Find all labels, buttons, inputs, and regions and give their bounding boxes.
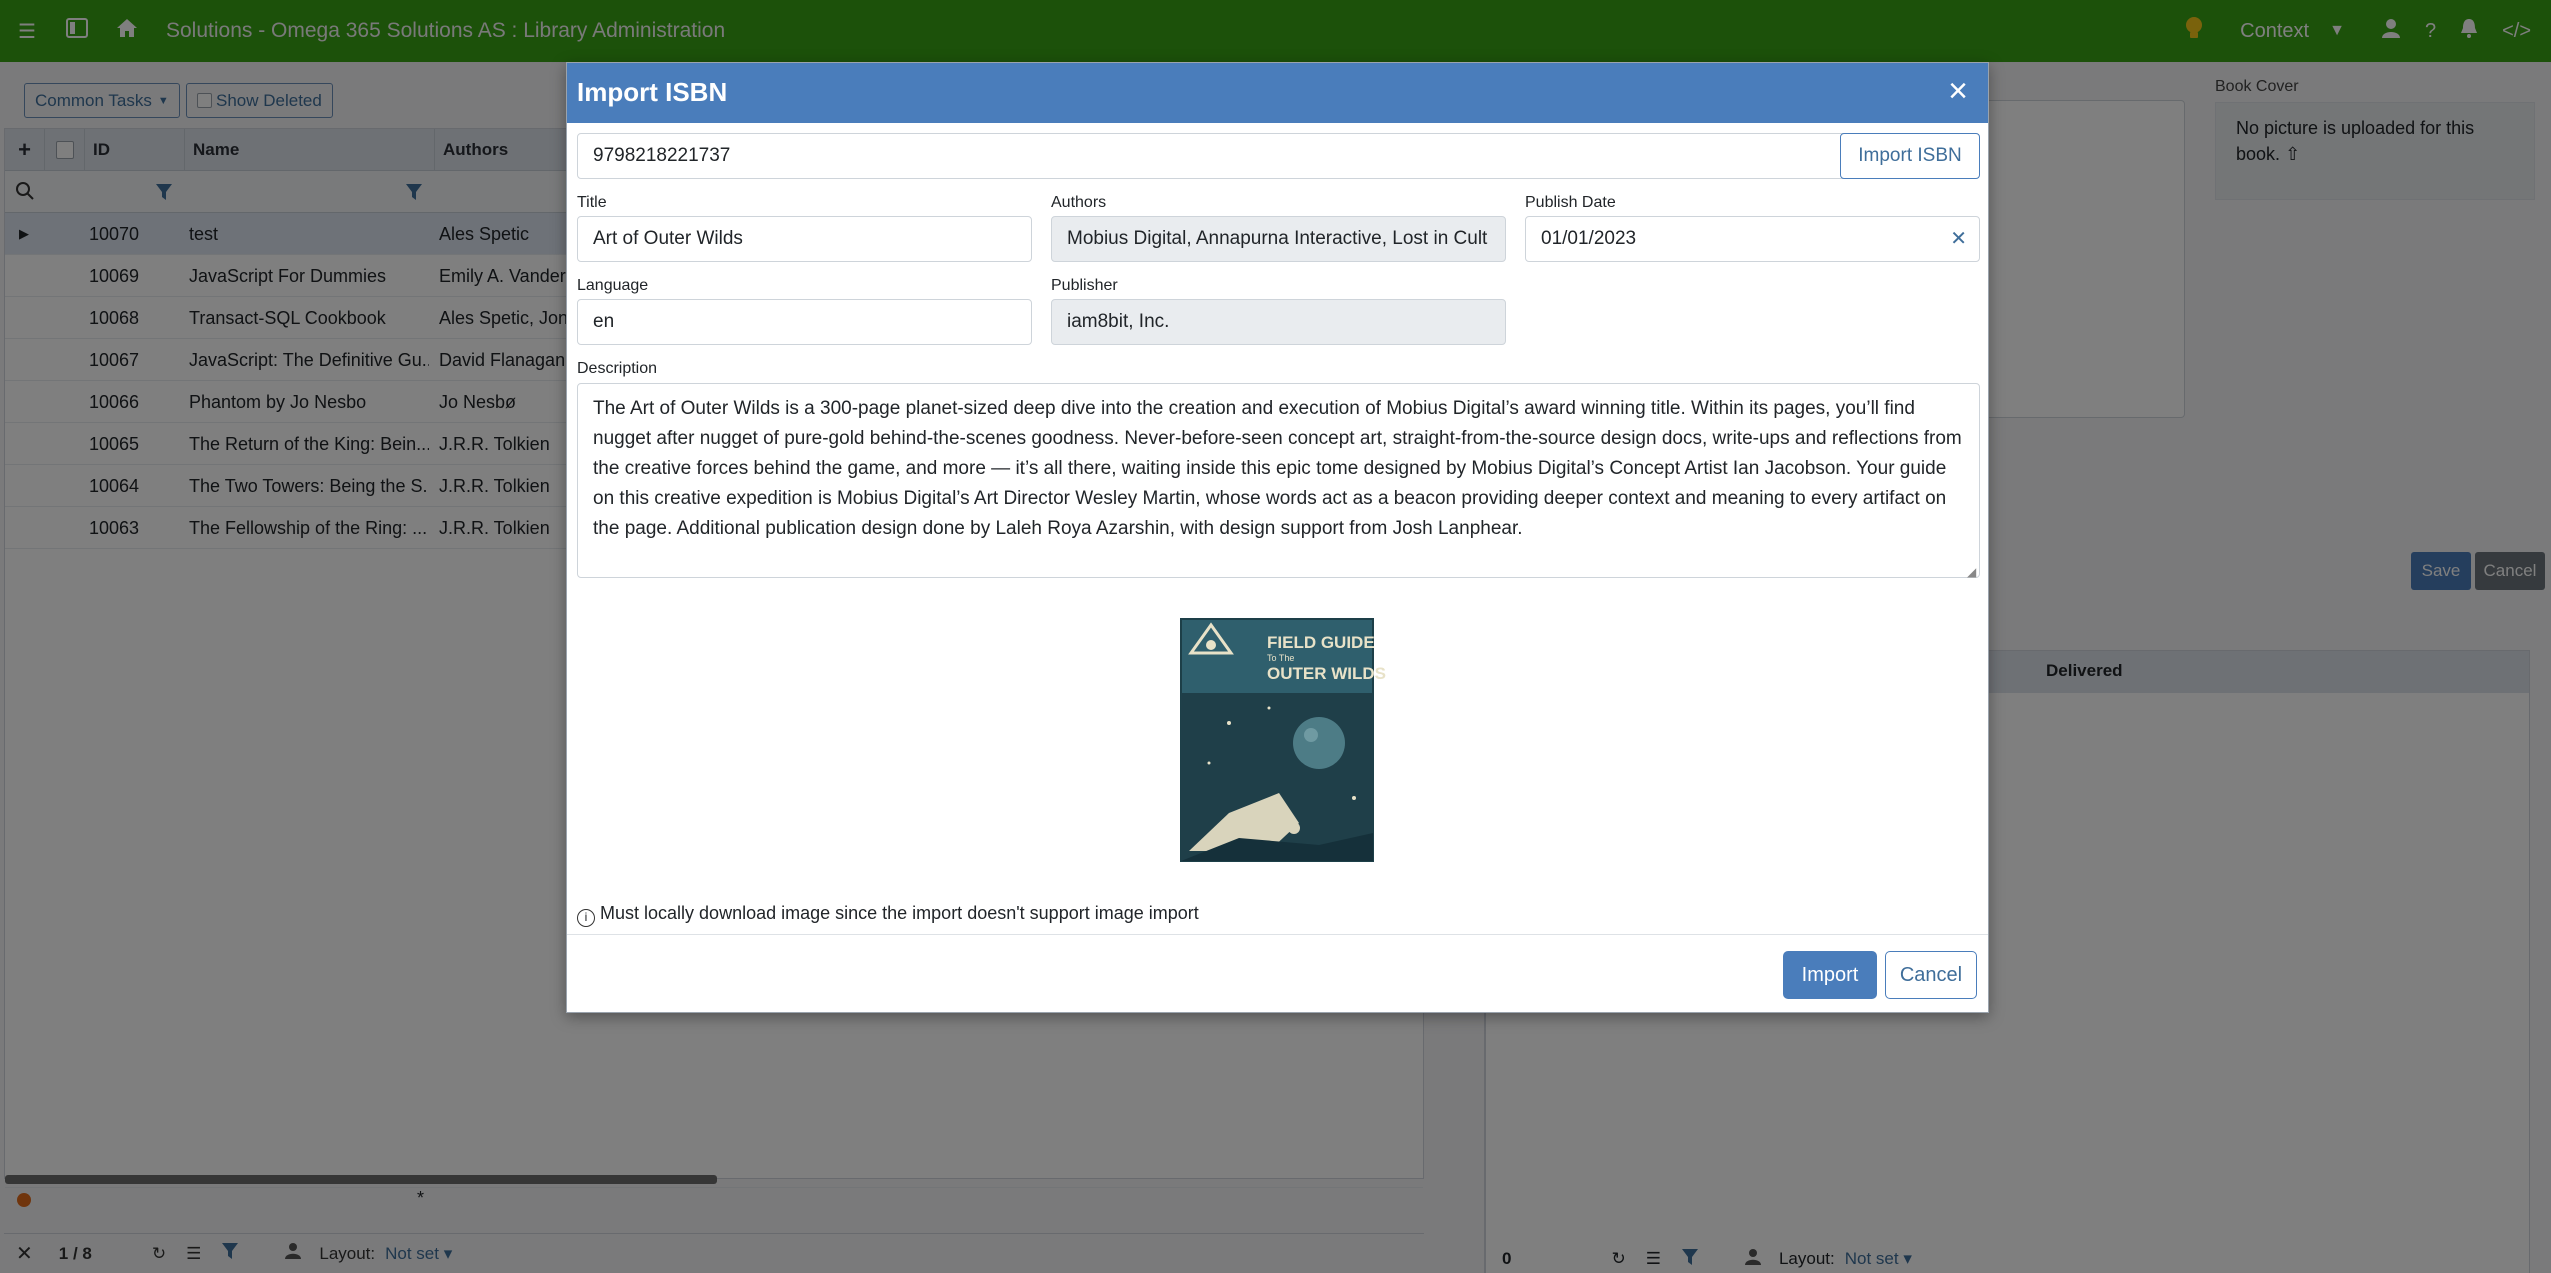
publish-date-label: Publish Date (1525, 194, 1616, 211)
publish-date-field[interactable]: 01/01/2023 ✕ (1525, 216, 1980, 262)
import-isbn-button[interactable]: Import ISBN (1840, 133, 1980, 179)
book-cover-preview: FIELD GUIDE To The OUTER WILDS (1119, 583, 1439, 901)
import-isbn-dialog: Import ISBN × 9798218221737 Import ISBN … (566, 62, 1989, 1013)
resize-handle-icon[interactable]: ◢ (1967, 565, 1976, 579)
cover-title-line3: OUTER WILDS (1267, 664, 1386, 683)
book-cover-image: FIELD GUIDE To The OUTER WILDS (1180, 618, 1386, 862)
language-label: Language (577, 277, 649, 294)
description-textarea[interactable]: The Art of Outer Wilds is a 300-page pla… (577, 383, 1980, 578)
title-field[interactable]: Art of Outer Wilds (577, 216, 1032, 262)
authors-label: Authors (1051, 194, 1107, 211)
clear-date-icon[interactable]: ✕ (1950, 217, 1967, 261)
publisher-label: Publisher (1051, 277, 1118, 294)
authors-field: Mobius Digital, Annapurna Interactive, L… (1051, 216, 1506, 262)
publish-date-value: 01/01/2023 (1541, 228, 1637, 249)
cover-title-line2: To The (1267, 653, 1294, 663)
title-label: Title (577, 194, 607, 211)
isbn-input[interactable]: 9798218221737 (577, 133, 1857, 179)
publisher-field: iam8bit, Inc. (1051, 299, 1506, 345)
import-button[interactable]: Import (1783, 951, 1877, 999)
description-label: Description (577, 360, 658, 377)
info-icon: i (577, 909, 595, 927)
cancel-button[interactable]: Cancel (1885, 951, 1977, 999)
language-field[interactable]: en (577, 299, 1032, 345)
cover-title-line1: FIELD GUIDE (1267, 633, 1375, 652)
close-icon[interactable]: × (1938, 71, 1978, 111)
dialog-header: Import ISBN × (567, 63, 1988, 123)
import-note: i Must locally download image since the … (577, 903, 1199, 927)
import-note-text: Must locally download image since the im… (600, 903, 1199, 923)
dialog-footer (567, 934, 1988, 1014)
dialog-title: Import ISBN (577, 77, 728, 107)
